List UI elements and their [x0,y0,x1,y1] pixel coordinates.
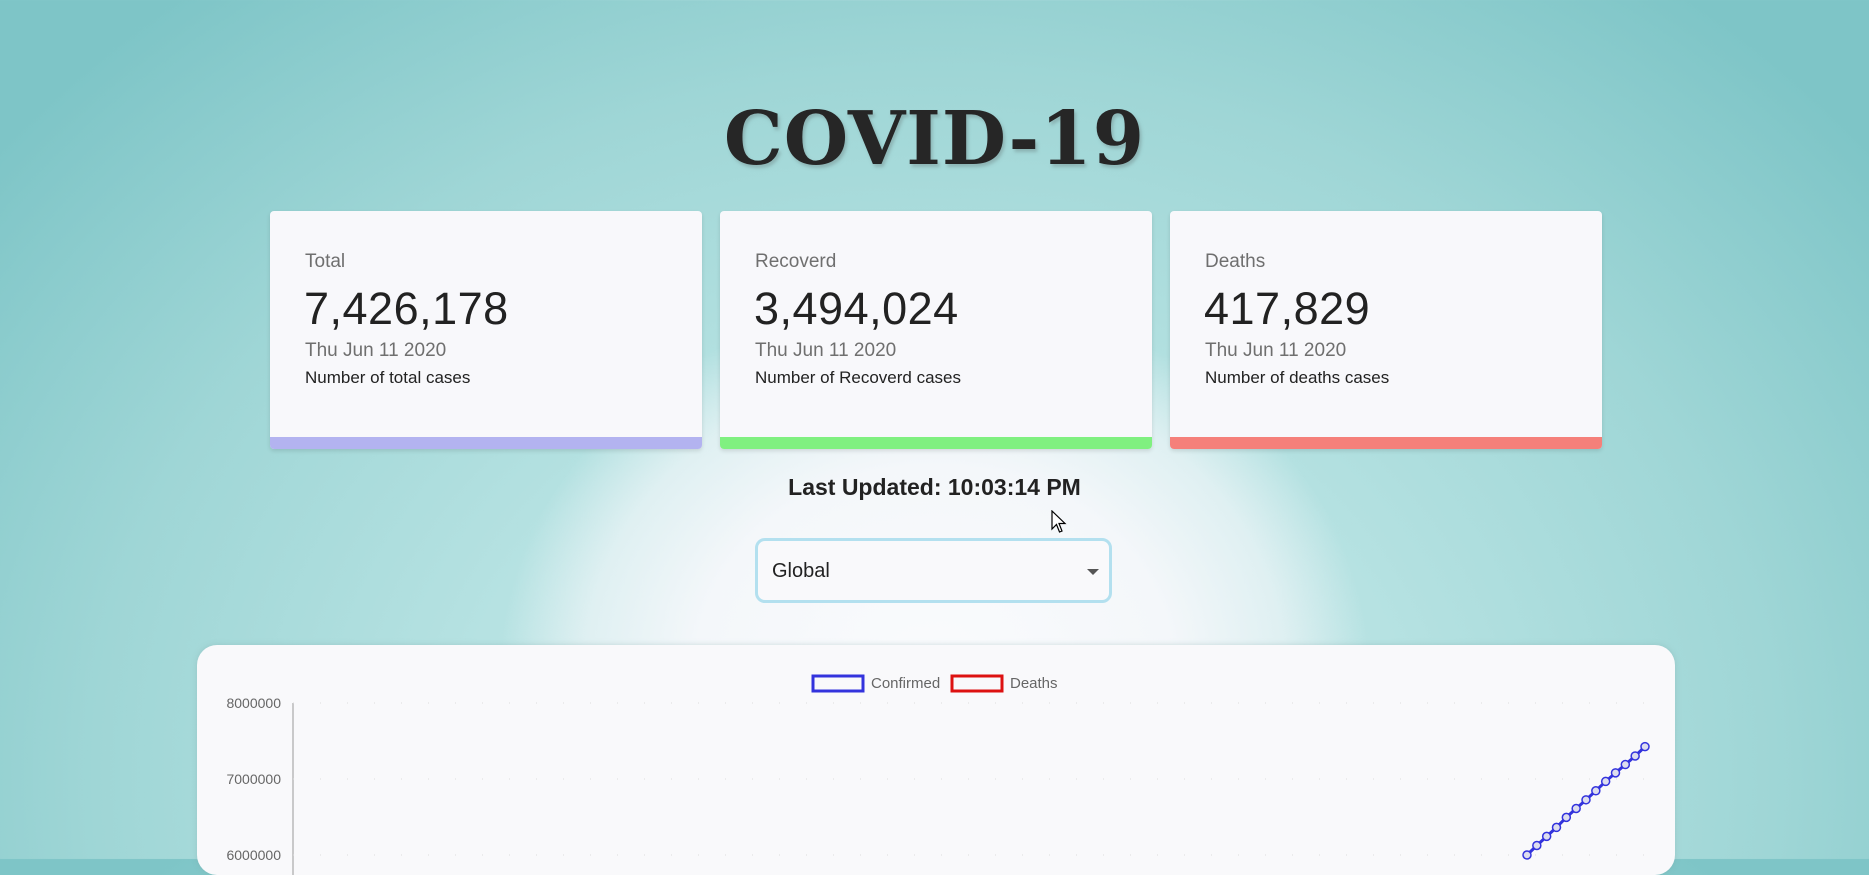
country-select[interactable]: Global [755,538,1112,603]
data-point [1581,795,1591,805]
data-point [1591,786,1601,796]
card-date: Thu Jun 11 2020 [305,340,447,361]
data-point [1630,751,1640,761]
last-updated-text: Last Updated: 10:03:14 PM [788,474,1081,500]
legend-swatch-deaths [950,674,1004,693]
dropdown-arrow-icon [1087,569,1099,575]
data-point [1640,741,1650,752]
card-color-bar [720,437,1152,449]
chart-card: Confirmed Deaths 8000000 7000000 6000000 [197,645,1675,875]
card-value: 3,494,024 [754,283,959,334]
card-date: Thu Jun 11 2020 [755,340,897,361]
mouse-cursor-icon [1051,510,1067,533]
data-point [1620,759,1631,770]
data-point [1541,831,1552,842]
country-select-value: Global [772,560,830,582]
card-label: Recoverd [755,251,837,272]
deaths-card: Deaths 417,829 Thu Jun 11 2020 Number of… [1170,211,1602,449]
card-color-bar [270,437,702,449]
y-tick-label: 8000000 [226,695,281,711]
legend-label-deaths: Deaths [1010,675,1058,692]
data-point [1551,822,1562,833]
card-description: Number of total cases [305,368,471,387]
card-description: Number of deaths cases [1205,368,1390,387]
legend-label-confirmed: Confirmed [871,675,940,692]
data-point [1532,840,1542,851]
card-value: 417,829 [1204,283,1371,334]
stats-cards: Total 7,426,178 Thu Jun 11 2020 Number o… [270,211,1602,449]
y-tick-label: 6000000 [226,847,281,863]
card-label: Total [305,251,346,272]
card-date: Thu Jun 11 2020 [1205,340,1347,361]
data-point [1522,850,1532,860]
app-logo-title: COVID-19 [723,96,1146,182]
recovered-card: Recoverd 3,494,024 Thu Jun 11 2020 Numbe… [720,211,1152,449]
data-point [1600,776,1611,787]
card-value: 7,426,178 [304,283,509,334]
card-color-bar [1170,437,1602,449]
total-card: Total 7,426,178 Thu Jun 11 2020 Number o… [270,211,702,449]
card-label: Deaths [1205,251,1266,272]
data-point [1561,812,1572,823]
y-tick-label: 7000000 [226,771,281,787]
card-description: Number of Recoverd cases [755,368,961,387]
legend-swatch-confirmed [811,674,865,693]
chart-legend: Confirmed Deaths [811,674,1058,693]
data-point [1571,803,1581,814]
data-point [1610,768,1621,778]
line-chart: Confirmed Deaths 8000000 7000000 6000000 [226,674,1650,875]
